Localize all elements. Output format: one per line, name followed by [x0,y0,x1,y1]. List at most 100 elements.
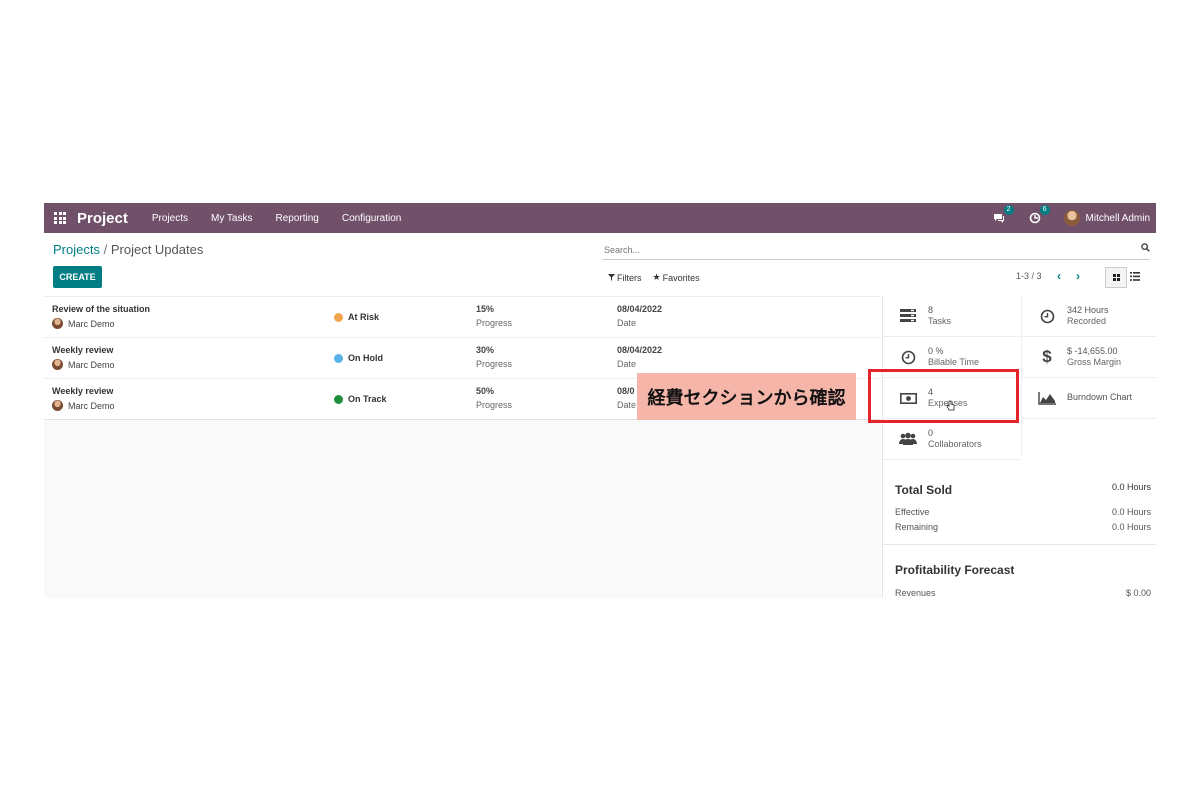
profitability-title: Profitability Forecast [895,563,1015,577]
search-input[interactable] [602,241,1124,255]
stat-label: Billable Time [928,357,980,367]
menu-projects[interactable]: Projects [152,213,188,224]
dollar-icon: $ [1042,347,1052,366]
favorites-toggle[interactable]: ★ Favorites [653,272,700,283]
filter-icon [608,274,615,281]
row-label: Revenues [895,588,936,598]
messages-badge: 2 [1003,205,1014,215]
author-avatar [52,400,63,411]
users-icon [899,431,917,447]
update-title: Weekly review [52,345,114,355]
status-badge[interactable]: On Hold [334,353,383,363]
stat-hours-recorded[interactable]: 342 Hours Recorded [1022,296,1156,337]
date-value: 08/0 [617,386,635,396]
updates-list: Review of the situation Marc Demo At Ris… [44,296,881,598]
create-button[interactable]: CREATE [53,266,102,288]
total-sold-row: Effective 0.0 Hours [895,507,1151,517]
hand-cursor-icon [946,400,955,411]
search-options: Filters ★ Favorites [608,272,700,283]
total-sold-amount: 0.0 Hours [1111,482,1151,492]
activities-badge: 6 [1039,205,1050,215]
date-value: 08/04/2022 [617,345,663,355]
progress-label: Progress [476,359,513,369]
stat-burndown-chart[interactable]: Burndown Chart [1022,378,1156,419]
update-title: Weekly review [52,386,114,396]
date-label: Date [617,359,637,369]
status-badge[interactable]: On Track [334,394,387,404]
stat-empty [1022,419,1156,459]
row-label: Effective [895,507,930,517]
stat-value: 342 Hours [1067,305,1109,315]
apps-menu-icon[interactable] [54,212,66,224]
status-label: On Hold [348,353,383,363]
update-row[interactable]: Review of the situation Marc Demo At Ris… [44,296,881,338]
filters-label: Filters [617,272,642,283]
profitability-row: Revenues $ 0.00 [895,588,1151,598]
pager-next-icon[interactable]: › [1076,269,1080,283]
row-value: $ 0.00 [1125,588,1151,598]
clock-icon [899,349,917,365]
stat-value: $ -14,655.00 [1067,346,1118,356]
stat-value: 8 [928,305,934,315]
search-bar [602,240,1150,260]
progress-label: Progress [476,318,513,328]
stat-gross-margin[interactable]: $ $ -14,655.00 Gross Margin [1022,337,1156,378]
stat-tasks[interactable]: 8 Tasks [883,296,1020,337]
update-title: Review of the situation [52,304,151,314]
status-dot [334,312,343,322]
update-author: Marc Demo [52,318,115,329]
stat-label: Gross Margin [1067,357,1122,367]
status-label: At Risk [348,312,380,322]
update-author: Marc Demo [52,359,115,370]
pager-previous-icon[interactable]: ‹ [1057,269,1061,283]
user-name[interactable]: Mitchell Admin [1086,213,1150,224]
breadcrumb-projects[interactable]: Projects [53,242,100,257]
row-value: 0.0 Hours [1111,507,1151,517]
status-dot [334,394,343,404]
project-side-panel: 8 Tasks 342 Hours Recorded 0 % Billable … [882,296,1156,598]
list-view-icon[interactable] [1130,272,1140,281]
menu-my-tasks[interactable]: My Tasks [211,213,253,224]
author-name: Marc Demo [68,400,115,411]
favorites-label: Favorites [662,272,700,283]
status-label: On Track [348,394,387,404]
filters-toggle[interactable]: Filters [608,272,642,283]
stat-value: 0 [928,428,934,438]
author-name: Marc Demo [68,318,115,329]
breadcrumb-separator: / [103,242,108,257]
status-badge[interactable]: At Risk [334,312,379,322]
tasks-icon [899,308,917,324]
row-value: 0.0 Hours [1111,522,1151,532]
stat-label: Collaborators [928,439,982,449]
app-title[interactable]: Project [77,210,128,227]
update-author: Marc Demo [52,400,115,411]
clock-icon [1038,308,1056,324]
kanban-view-button[interactable] [1105,267,1127,288]
row-label: Remaining [895,522,939,532]
messages-icon[interactable]: 2 [992,205,1014,225]
date-label: Date [617,400,637,410]
status-dot [334,353,343,363]
pager-value[interactable]: 1-3 / 3 [1016,271,1042,281]
search-icon[interactable] [1141,243,1150,252]
divider [883,544,1156,545]
progress-value: 30% [476,345,495,355]
kanban-icon [1112,274,1120,281]
menu-reporting[interactable]: Reporting [275,213,318,224]
stat-label: Recorded [1067,316,1107,326]
user-avatar[interactable] [1063,210,1080,226]
area-chart-icon [1038,390,1056,406]
progress-label: Progress [476,400,513,410]
top-navbar: Project Projects My Tasks Reporting Conf… [44,203,1156,233]
breadcrumb: Projects / Project Updates [53,242,203,257]
annotation-callout: 経費セクションから確認 [637,373,856,420]
menu-configuration[interactable]: Configuration [342,213,401,224]
activities-icon[interactable]: 6 [1028,205,1050,225]
author-avatar [52,359,63,370]
date-value: 08/04/2022 [617,304,663,314]
author-avatar [52,318,63,329]
total-sold-row: Remaining 0.0 Hours [895,522,1151,532]
stat-collaborators[interactable]: 0 Collaborators [883,419,1020,460]
annotation-highlight-box [868,369,1019,423]
progress-value: 50% [476,386,495,396]
